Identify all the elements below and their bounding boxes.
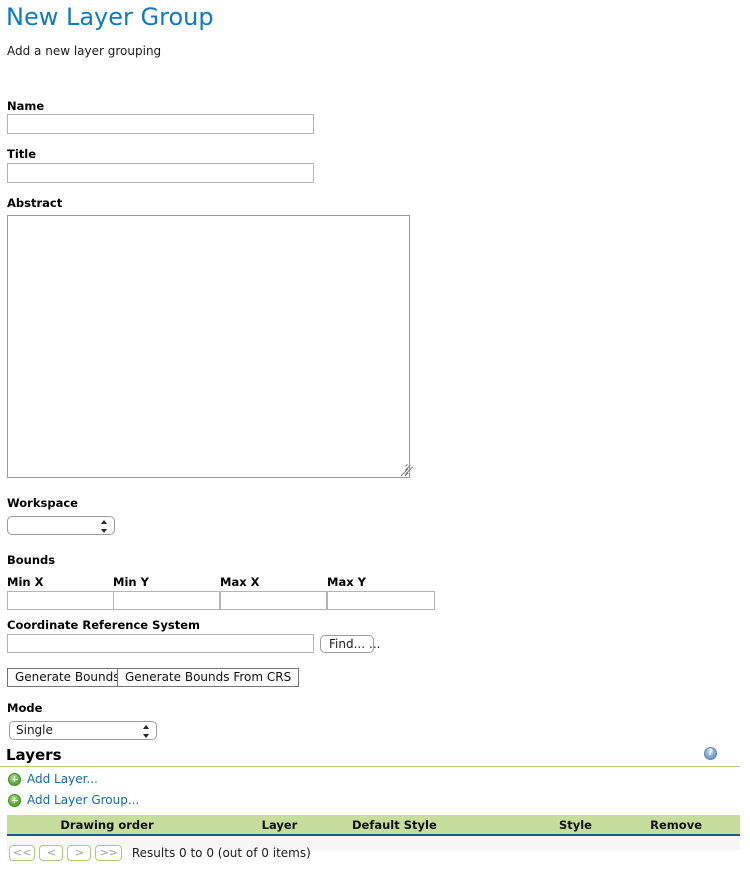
max-y-input[interactable] <box>327 591 435 610</box>
page-subtitle: Add a new layer grouping <box>7 44 162 58</box>
min-x-input[interactable] <box>7 591 114 610</box>
workspace-label: Workspace <box>7 496 78 510</box>
pagination: << < > >> Results 0 to 0 (out of 0 items… <box>9 845 311 861</box>
chevron-updown-icon <box>143 725 150 738</box>
max-x-input[interactable] <box>220 591 327 610</box>
plus-circle-icon <box>8 772 21 786</box>
generate-bounds-from-crs-button[interactable]: Generate Bounds From CRS <box>117 668 300 687</box>
name-label: Name <box>7 99 45 113</box>
pagination-last-button[interactable]: >> <box>95 845 122 861</box>
max-x-label: Max X <box>220 575 260 589</box>
min-x-label: Min X <box>7 575 44 589</box>
name-input[interactable] <box>7 114 314 134</box>
workspace-select[interactable] <box>7 516 115 535</box>
pagination-first-button[interactable]: << <box>9 845 36 861</box>
layers-table-header: Drawing order Layer Default Style Style … <box>7 815 740 836</box>
generate-bounds-button[interactable]: Generate Bounds <box>7 668 128 687</box>
max-y-label: Max Y <box>327 575 366 589</box>
pagination-next-button[interactable]: > <box>67 845 92 861</box>
crs-input[interactable] <box>7 634 314 653</box>
abstract-label: Abstract <box>7 196 63 210</box>
min-y-label: Min Y <box>113 575 149 589</box>
add-layer-button[interactable]: Add Layer... <box>8 771 98 787</box>
layers-heading: Layers <box>6 746 62 764</box>
find-crs-button[interactable]: Find... <box>320 635 375 653</box>
bounds-label: Bounds <box>7 553 56 567</box>
column-header-layer[interactable]: Layer <box>207 818 352 832</box>
add-layer-label: Add Layer... <box>27 772 98 786</box>
crs-ellipsis: ... <box>369 637 381 651</box>
new-layer-group-page: New Layer Group Add a new layer grouping… <box>0 0 750 870</box>
title-input[interactable] <box>7 163 314 183</box>
title-label: Title <box>7 147 37 161</box>
column-header-remove[interactable]: Remove <box>592 818 702 832</box>
help-icon-glyph: ? <box>707 748 714 758</box>
page-title: New Layer Group <box>6 3 214 31</box>
pagination-status: Results 0 to 0 (out of 0 items) <box>131 846 311 860</box>
mode-select-value: Single <box>16 723 53 737</box>
add-layer-group-label: Add Layer Group... <box>27 793 140 807</box>
layers-divider <box>0 766 740 767</box>
pagination-prev-button[interactable]: < <box>39 845 64 861</box>
mode-select[interactable]: Single <box>9 721 157 740</box>
abstract-textarea[interactable] <box>7 215 410 478</box>
column-header-default-style[interactable]: Default Style <box>352 818 472 832</box>
add-layer-group-button[interactable]: Add Layer Group... <box>8 792 139 808</box>
chevron-updown-icon <box>101 520 108 533</box>
column-header-drawing-order[interactable]: Drawing order <box>7 818 207 832</box>
help-icon[interactable]: ? <box>704 747 717 760</box>
crs-label: Coordinate Reference System <box>7 618 200 632</box>
mode-label: Mode <box>7 701 43 715</box>
min-y-input[interactable] <box>113 591 220 610</box>
plus-circle-icon <box>8 793 21 807</box>
column-header-style[interactable]: Style <box>472 818 592 832</box>
